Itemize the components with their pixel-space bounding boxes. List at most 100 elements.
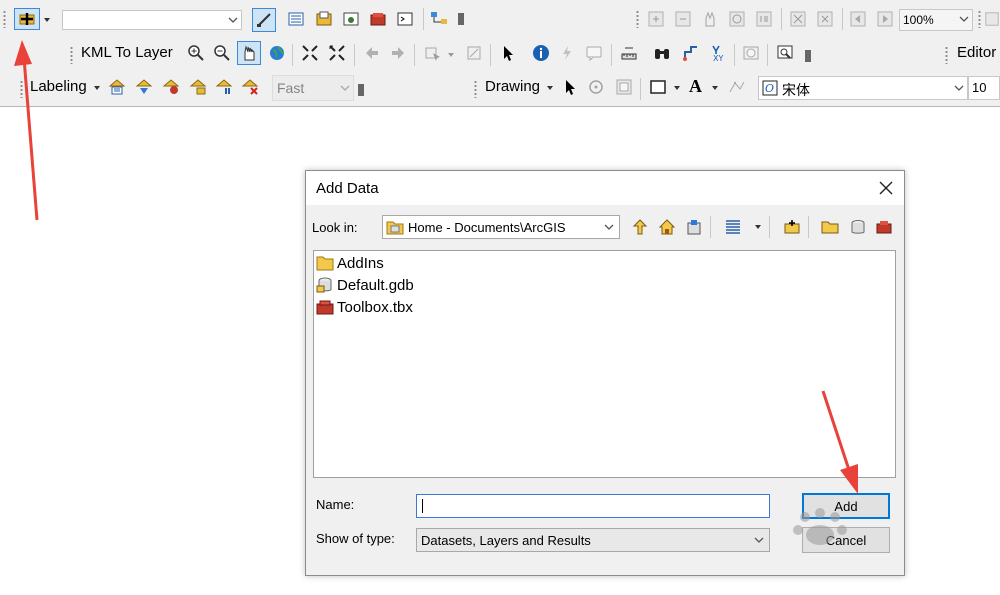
full-extent-globe-icon[interactable]: [267, 43, 287, 63]
separator: [423, 8, 424, 30]
toolbar-grip[interactable]: [945, 46, 948, 64]
select-elements-icon[interactable]: [560, 77, 580, 97]
new-folder-connection-icon[interactable]: [782, 217, 802, 237]
fixed-zoom-out-icon[interactable]: [815, 9, 835, 29]
add-data-dropdown-icon[interactable]: [43, 16, 51, 24]
time-slider-icon[interactable]: [741, 43, 761, 63]
kml-to-layer-label[interactable]: KML To Layer: [81, 44, 173, 61]
lock-labels-icon[interactable]: [188, 77, 208, 97]
look-in-combo[interactable]: Home - Documents\ArcGIS: [382, 215, 620, 239]
separator: [808, 216, 809, 238]
file-list[interactable]: AddIns Default.gdb Toolbox.tbx: [313, 250, 896, 478]
list-item[interactable]: AddIns: [316, 253, 384, 273]
svg-text:O: O: [765, 82, 774, 95]
toolbar-grip[interactable]: [474, 80, 477, 98]
new-folder-icon[interactable]: [820, 217, 840, 237]
watermark-logo: [793, 508, 847, 545]
toolbar-grip[interactable]: [70, 46, 73, 64]
back-extent-icon[interactable]: [848, 9, 868, 29]
create-viewer-window-icon[interactable]: [775, 43, 795, 63]
shape-dropdown-icon[interactable]: [673, 84, 681, 92]
find-binoculars-icon[interactable]: [652, 43, 672, 63]
label-priority-icon[interactable]: [134, 77, 154, 97]
text-dropdown-icon[interactable]: [711, 84, 719, 92]
hyperlink-icon[interactable]: [557, 43, 577, 63]
toolbar-options-icon[interactable]: [358, 84, 364, 96]
zoom-out-icon[interactable]: [212, 43, 232, 63]
labeling-dropdown-icon[interactable]: [93, 84, 101, 92]
show-of-type-combo[interactable]: Datasets, Layers and Results: [416, 528, 770, 552]
drawing-dropdown-icon[interactable]: [546, 84, 554, 92]
toggle-draft-mode-icon[interactable]: [984, 9, 1000, 29]
drawing-menu[interactable]: Drawing: [485, 78, 540, 95]
go-forward-icon[interactable]: [388, 43, 408, 63]
opentype-font-icon: O: [762, 80, 778, 96]
table-of-contents-icon[interactable]: [286, 9, 306, 29]
toolbar-grip[interactable]: [636, 10, 639, 28]
list-item[interactable]: Toolbox.tbx: [316, 297, 413, 317]
model-builder-icon[interactable]: [429, 9, 449, 29]
new-toolbox-icon[interactable]: [874, 217, 894, 237]
new-geodatabase-icon[interactable]: [848, 217, 868, 237]
label-weight-ranking-icon[interactable]: [161, 77, 181, 97]
select-dropdown-icon[interactable]: [447, 51, 455, 59]
rectangle-icon[interactable]: [648, 77, 668, 97]
font-combo[interactable]: O 宋体: [758, 76, 968, 100]
scale-combo[interactable]: [62, 10, 242, 30]
editor-menu[interactable]: Editor: [957, 44, 996, 61]
zoom-to-selected-elements-icon[interactable]: [614, 77, 634, 97]
pan-page-icon[interactable]: [700, 9, 720, 29]
list-item[interactable]: Default.gdb: [316, 275, 414, 295]
select-features-icon[interactable]: [423, 43, 443, 63]
forward-extent-icon[interactable]: [875, 9, 895, 29]
toolbar-options-icon[interactable]: [805, 50, 811, 62]
toolbar-grip[interactable]: [3, 10, 6, 28]
name-label: Name:: [316, 497, 355, 512]
measure-icon[interactable]: [619, 43, 639, 63]
pan-hand-icon[interactable]: [237, 41, 261, 65]
view-list-icon[interactable]: [723, 217, 743, 237]
close-icon[interactable]: [878, 180, 894, 196]
new-text-icon[interactable]: A: [689, 76, 702, 97]
edit-vertices-icon[interactable]: [727, 77, 747, 97]
label-quality-combo[interactable]: Fast: [272, 75, 354, 101]
search-window-icon[interactable]: [341, 9, 361, 29]
rotate-icon[interactable]: [586, 77, 606, 97]
toolbar-grip[interactable]: [978, 10, 981, 28]
zoom-whole-page-icon[interactable]: [727, 9, 747, 29]
clear-selection-icon[interactable]: [464, 43, 484, 63]
arctoolbox-icon[interactable]: [368, 9, 388, 29]
toolbar-options-icon[interactable]: [458, 13, 464, 25]
dialog-title-bar[interactable]: Add Data: [306, 171, 904, 205]
view-dropdown-icon[interactable]: [754, 223, 762, 231]
fixed-zoom-in-map-icon[interactable]: [300, 43, 320, 63]
connect-to-folder-icon[interactable]: [684, 217, 704, 237]
zoom-combo[interactable]: 100%: [899, 9, 973, 31]
fixed-zoom-in-icon[interactable]: [788, 9, 808, 29]
label-manager-icon[interactable]: [107, 77, 127, 97]
go-to-xy-icon[interactable]: XY: [708, 43, 728, 63]
identify-icon[interactable]: [531, 43, 551, 63]
font-size-combo[interactable]: 10: [968, 76, 1000, 100]
select-elements-arrow-icon[interactable]: [498, 43, 518, 63]
name-input[interactable]: [416, 494, 770, 518]
zoom-out-page-icon[interactable]: [673, 9, 693, 29]
separator: [640, 78, 641, 100]
find-route-icon[interactable]: [681, 43, 701, 63]
add-data-icon[interactable]: [14, 8, 40, 30]
toolbox-icon: [316, 300, 334, 315]
html-popup-icon[interactable]: [584, 43, 604, 63]
pause-labeling-icon[interactable]: [214, 77, 234, 97]
zoom-in-page-icon[interactable]: [646, 9, 666, 29]
zoom-in-icon[interactable]: [186, 43, 206, 63]
up-one-level-icon[interactable]: [630, 217, 650, 237]
separator: [710, 216, 711, 238]
home-icon[interactable]: [657, 217, 677, 237]
zoom-100-icon[interactable]: [754, 9, 774, 29]
view-unplaced-labels-icon[interactable]: [240, 77, 260, 97]
fixed-zoom-out-map-icon[interactable]: [327, 43, 347, 63]
go-back-icon[interactable]: [362, 43, 382, 63]
python-window-icon[interactable]: [395, 9, 415, 29]
editor-toolbar-icon[interactable]: [252, 8, 276, 32]
catalog-icon[interactable]: [314, 9, 334, 29]
